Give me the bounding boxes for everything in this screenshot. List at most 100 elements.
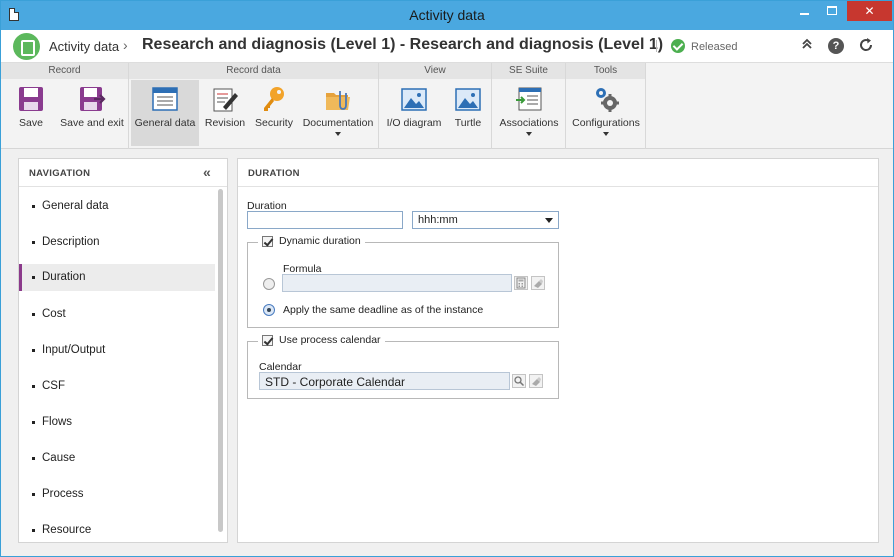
title-bar: Activity data ✕ [1,1,893,30]
nav-item-general-data[interactable]: General data [19,188,215,224]
save-exit-icon [80,87,106,111]
duration-unit-select[interactable]: hhh:mm [412,211,559,229]
bullet-icon [32,385,35,388]
process-calendar-legend: Use process calendar [258,334,385,346]
dropdown-caret-icon [526,132,532,136]
bullet-icon [32,205,35,208]
nav-item-label: Resource [42,524,92,536]
ribbon-group-tools: Tools Configurations [566,63,646,149]
duration-panel: DURATION Duration hhh:mm Dynamic duratio… [237,158,879,543]
general-data-label: General data [134,117,196,129]
formula-radio[interactable] [263,278,275,290]
collapse-left-icon[interactable]: « [203,164,211,180]
nav-item-label: Flows [42,416,73,428]
io-diagram-button[interactable]: I/O diagram [383,80,445,146]
dropdown-caret-icon [335,132,341,136]
save-label: Save [19,117,43,129]
dynamic-duration-group: Dynamic duration Formula Apply the same … [247,235,559,328]
nav-item-cost[interactable]: Cost [19,296,215,332]
configurations-button[interactable]: Configurations [568,80,644,146]
navigation-scrollbar[interactable] [218,189,223,532]
nav-item-label: General data [42,200,109,212]
bullet-icon [32,313,35,316]
dropdown-caret-icon [603,132,609,136]
security-button[interactable]: Security [249,80,299,146]
bullet-icon [32,241,35,244]
bullet-icon [32,421,35,424]
released-check-icon [671,39,685,53]
save-button[interactable]: Save [3,80,59,146]
nav-item-description[interactable]: Description [19,224,215,260]
maximize-icon [827,6,837,15]
clear-eraser-icon[interactable] [529,374,543,388]
nav-item-input-output[interactable]: Input/Output [19,332,215,368]
close-button[interactable]: ✕ [847,1,892,21]
ribbon-group-view: View I/O diagram Turtle [379,63,492,149]
nav-item-duration[interactable]: Duration [19,264,215,291]
revision-icon [213,88,238,112]
nav-item-process[interactable]: Process [19,476,215,512]
nav-item-label: Input/Output [42,344,106,356]
bullet-icon [32,276,35,279]
nav-item-cause[interactable]: Cause [19,440,215,476]
close-icon: ✕ [864,4,875,18]
maximize-button[interactable] [819,1,845,21]
bullet-icon [32,493,35,496]
security-label: Security [255,117,293,129]
calculator-icon[interactable] [514,276,528,290]
formula-input[interactable] [282,274,512,292]
nav-item-label: Cost [42,308,66,320]
nav-item-csf[interactable]: CSF [19,368,215,404]
documentation-button[interactable]: Documentation [299,80,377,146]
turtle-label: Turtle [454,117,482,129]
help-icon[interactable]: ? [828,38,844,54]
navigation-panel: NAVIGATION « General data Description Du… [18,158,228,543]
app-logo-icon [13,33,40,60]
duration-input[interactable] [247,211,403,229]
revision-label: Revision [204,117,246,129]
folder-attachment-icon [326,91,350,110]
page-header: Activity data › Research and diagnosis (… [1,30,893,63]
ribbon-group-record: Record Save Save and exit [1,63,129,149]
chevron-down-icon [545,218,553,223]
status-badge: Released [691,41,738,53]
associations-button[interactable]: Associations [494,80,564,146]
gears-icon [596,88,619,112]
calendar-value: STD - Corporate Calendar [265,375,406,389]
navigation-title: NAVIGATION [29,168,91,179]
bullet-icon [32,349,35,352]
same-deadline-label: Apply the same deadline as of the instan… [283,304,484,316]
same-deadline-radio[interactable] [263,304,275,316]
nav-item-label: Description [42,236,100,248]
nav-item-resource[interactable]: Resource [19,512,215,548]
key-icon [264,87,284,111]
nav-item-label: CSF [42,380,65,392]
duration-unit-value: hhh:mm [418,214,458,226]
calendar-input[interactable]: STD - Corporate Calendar [259,372,510,390]
ribbon-group-title: Record data [129,63,378,79]
bullet-icon [32,529,35,532]
section-title: DURATION [248,168,300,179]
ribbon-group-title: Tools [566,63,645,79]
dynamic-duration-legend: Dynamic duration [258,235,365,247]
revision-button[interactable]: Revision [201,80,249,146]
dynamic-duration-checkbox[interactable] [262,235,273,247]
clear-eraser-icon[interactable] [531,276,545,290]
breadcrumb-separator-icon: › [123,37,128,53]
save-and-exit-button[interactable]: Save and exit [59,80,125,146]
nav-item-label: Cause [42,452,76,464]
use-process-calendar-checkbox[interactable] [262,334,273,346]
ribbon-group-title: View [379,63,491,79]
general-data-button[interactable]: General data [131,80,199,146]
breadcrumb-root[interactable]: Activity data [49,39,119,54]
turtle-button[interactable]: Turtle [445,80,491,146]
search-icon[interactable] [512,374,526,388]
ribbon-toolbar: Record Save Save and exit Record data Ge… [1,63,893,149]
nav-item-flows[interactable]: Flows [19,404,215,440]
general-data-icon [152,87,178,111]
minimize-button[interactable] [791,1,817,21]
collapse-up-icon[interactable] [798,37,816,55]
bullet-icon [32,457,35,460]
refresh-icon[interactable] [857,37,875,55]
nav-item-label: Duration [42,271,86,283]
